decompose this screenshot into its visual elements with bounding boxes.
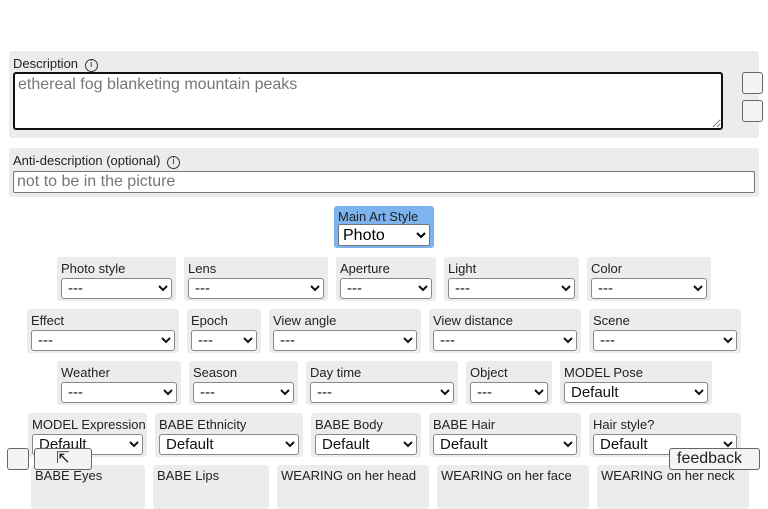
arrow-up-left-icon: ⇱ [56, 450, 70, 467]
anti-description-panel: Anti-description (optional) i [9, 148, 759, 197]
main-art-style-label-wrap: Main Art Style [338, 209, 418, 224]
photo-style-label: Photo style [61, 261, 126, 276]
model-pose-label: MODEL Pose [564, 365, 643, 380]
wearing-face-label: WEARING on her face [441, 468, 572, 483]
aperture-select[interactable]: --- [340, 278, 432, 299]
description-label-wrap: Description i [13, 56, 98, 72]
object-field: Object --- [466, 361, 552, 405]
aperture-label: Aperture [340, 261, 390, 276]
babe-ethnicity-field: BABE Ethnicity Default [155, 413, 303, 457]
effect-label: Effect [31, 313, 65, 328]
hair-style-label: Hair style? [593, 417, 655, 432]
main-art-style-panel: Main Art Style Photo [334, 206, 434, 248]
view-angle-label: View angle [273, 313, 337, 328]
babe-lips-field: BABE Lips [153, 465, 269, 509]
anti-description-input[interactable] [13, 171, 755, 193]
day-time-label: Day time [310, 365, 362, 380]
weather-select[interactable]: --- [61, 382, 177, 403]
babe-ethnicity-select[interactable]: Default [159, 434, 299, 455]
babe-lips-label: BABE Lips [157, 468, 220, 483]
feedback-button[interactable]: feedback [669, 448, 760, 470]
wearing-head-label: WEARING on her head [281, 468, 417, 483]
season-label: Season [193, 365, 238, 380]
lens-label: Lens [188, 261, 217, 276]
light-select[interactable]: --- [448, 278, 575, 299]
view-distance-field: View distance --- [429, 309, 581, 353]
effect-select[interactable]: --- [31, 330, 175, 351]
aperture-field: Aperture --- [336, 257, 436, 301]
anti-description-label-wrap: Anti-description (optional) i [13, 153, 181, 169]
babe-eyes-field: BABE Eyes [31, 465, 145, 509]
feedback-label: feedback [677, 450, 742, 467]
babe-hair-label: BABE Hair [433, 417, 496, 432]
weather-label: Weather [61, 365, 110, 380]
object-select[interactable]: --- [470, 382, 548, 403]
model-expression-label: MODEL Expression [32, 417, 146, 432]
babe-body-select[interactable]: Default [315, 434, 417, 455]
epoch-field: Epoch --- [187, 309, 261, 353]
photo-style-field: Photo style --- [57, 257, 176, 301]
scene-select[interactable]: --- [593, 330, 737, 351]
main-art-style-label: Main Art Style [338, 209, 419, 224]
babe-eyes-label: BABE Eyes [35, 468, 103, 483]
wearing-head-field: WEARING on her head [277, 465, 429, 509]
expand-arrow-button[interactable]: ⇱ [34, 448, 92, 470]
weather-field: Weather --- [57, 361, 181, 405]
day-time-select[interactable]: --- [310, 382, 454, 403]
main-art-style-select[interactable]: Photo [338, 224, 430, 246]
wearing-neck-field: WEARING on her neck [597, 465, 749, 509]
view-angle-select[interactable]: --- [273, 330, 417, 351]
info-icon[interactable]: i [167, 156, 181, 169]
color-field: Color --- [587, 257, 711, 301]
view-distance-label: View distance [433, 313, 513, 328]
photo-style-select[interactable]: --- [61, 278, 172, 299]
description-panel: Description i [9, 51, 763, 138]
babe-ethnicity-label: BABE Ethnicity [159, 417, 247, 432]
lens-select[interactable]: --- [188, 278, 324, 299]
effect-field: Effect --- [27, 309, 179, 353]
info-icon[interactable]: i [84, 59, 98, 72]
anti-description-label: Anti-description (optional) [13, 153, 161, 168]
view-distance-select[interactable]: --- [433, 330, 577, 351]
scene-field: Scene --- [589, 309, 741, 353]
day-time-field: Day time --- [306, 361, 458, 405]
model-pose-field: MODEL Pose Default [560, 361, 712, 405]
view-angle-field: View angle --- [269, 309, 421, 353]
wearing-face-field: WEARING on her face [437, 465, 589, 509]
babe-body-field: BABE Body Default [311, 413, 421, 457]
light-field: Light --- [444, 257, 579, 301]
epoch-label: Epoch [191, 313, 228, 328]
scene-label: Scene [593, 313, 630, 328]
description-action-button-2[interactable] [742, 100, 763, 122]
light-label: Light [448, 261, 477, 276]
season-field: Season --- [189, 361, 298, 405]
epoch-select[interactable]: --- [191, 330, 257, 351]
babe-hair-field: BABE Hair Default [429, 413, 581, 457]
season-select[interactable]: --- [193, 382, 294, 403]
color-label: Color [591, 261, 623, 276]
babe-hair-select[interactable]: Default [433, 434, 577, 455]
color-select[interactable]: --- [591, 278, 707, 299]
description-action-button-1[interactable] [742, 72, 763, 94]
description-textarea[interactable] [13, 72, 723, 130]
model-pose-select[interactable]: Default [564, 382, 708, 403]
menu-toggle-button[interactable] [7, 448, 29, 470]
description-label: Description [13, 56, 79, 71]
babe-body-label: BABE Body [315, 417, 383, 432]
object-label: Object [470, 365, 508, 380]
lens-field: Lens --- [184, 257, 328, 301]
